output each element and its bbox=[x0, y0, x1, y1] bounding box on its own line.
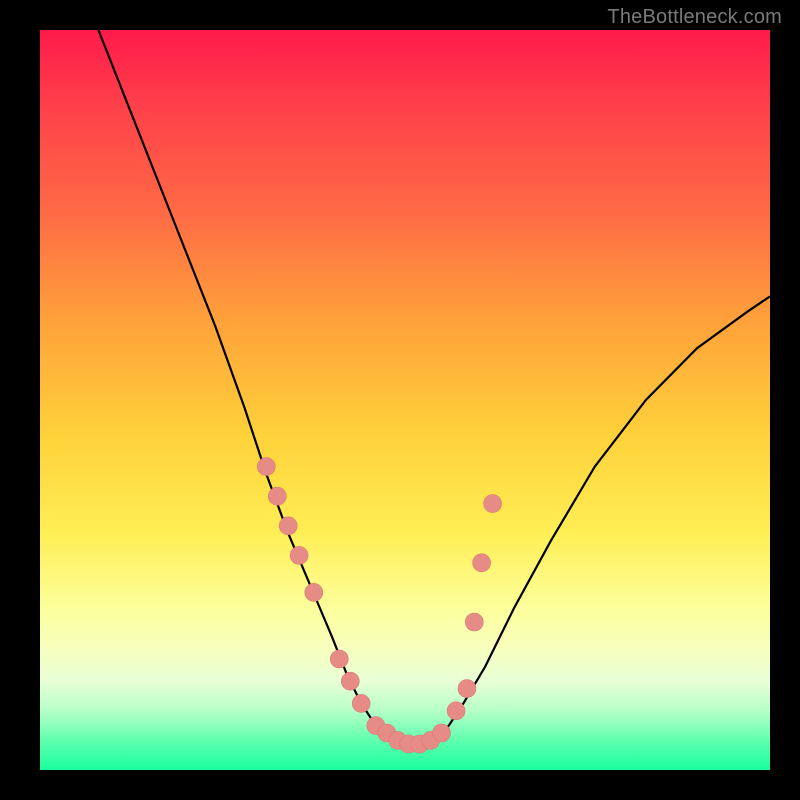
data-point bbox=[447, 702, 465, 720]
data-point bbox=[341, 672, 359, 690]
data-point bbox=[257, 458, 275, 476]
data-point bbox=[305, 583, 323, 601]
data-point bbox=[279, 517, 297, 535]
data-point bbox=[433, 724, 451, 742]
bottleneck-curve bbox=[98, 30, 770, 748]
data-point bbox=[465, 613, 483, 631]
data-point bbox=[473, 554, 491, 572]
scatter-dots bbox=[257, 458, 501, 753]
data-point bbox=[458, 680, 476, 698]
data-point bbox=[352, 694, 370, 712]
data-point bbox=[268, 487, 286, 505]
data-point bbox=[290, 546, 308, 564]
data-point bbox=[484, 495, 502, 513]
chart-svg bbox=[40, 30, 770, 770]
data-point bbox=[330, 650, 348, 668]
watermark-text: TheBottleneck.com bbox=[607, 6, 782, 29]
